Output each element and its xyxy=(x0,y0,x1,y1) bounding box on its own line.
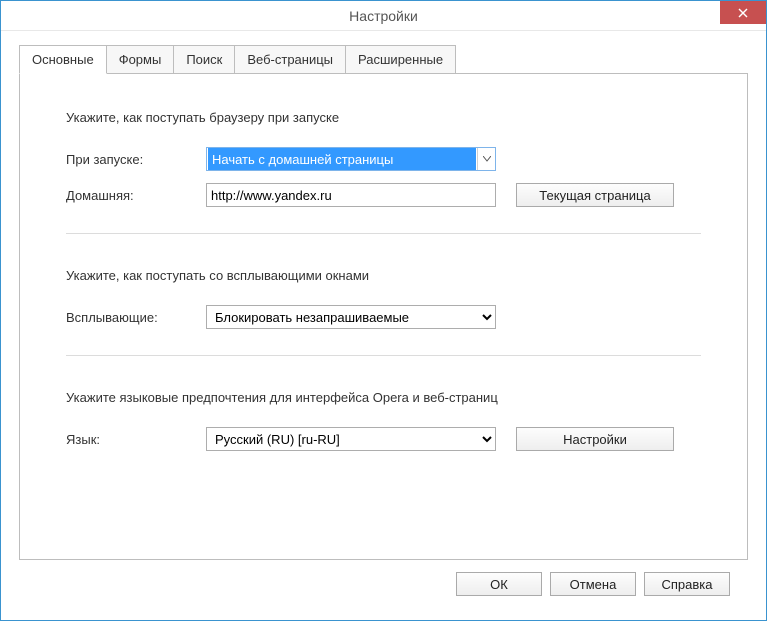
label-home: Домашняя: xyxy=(66,188,206,203)
startup-heading: Укажите, как поступать браузеру при запу… xyxy=(66,110,701,125)
language-settings-button[interactable]: Настройки xyxy=(516,427,674,451)
row-popups: Всплывающие: Блокировать незапрашиваемые xyxy=(66,305,701,329)
current-page-button[interactable]: Текущая страница xyxy=(516,183,674,207)
tab-advanced[interactable]: Расширенные xyxy=(345,45,456,74)
window-title: Настройки xyxy=(1,8,766,24)
close-icon xyxy=(738,8,748,18)
close-button[interactable] xyxy=(720,1,766,24)
tab-forms[interactable]: Формы xyxy=(106,45,175,74)
row-language: Язык: Русский (RU) [ru-RU] Настройки xyxy=(66,427,701,451)
chevron-down-icon xyxy=(477,148,495,170)
tab-main[interactable]: Основные xyxy=(19,45,107,74)
divider xyxy=(66,355,701,356)
cancel-button[interactable]: Отмена xyxy=(550,572,636,596)
on-start-selected-value: Начать с домашней страницы xyxy=(208,148,476,170)
ok-button[interactable]: ОК xyxy=(456,572,542,596)
label-language: Язык: xyxy=(66,432,206,447)
on-start-select[interactable]: Начать с домашней страницы xyxy=(206,147,496,171)
popups-select[interactable]: Блокировать незапрашиваемые xyxy=(206,305,496,329)
settings-window: Настройки Основные Формы Поиск Веб-стран… xyxy=(0,0,767,621)
content-area: Основные Формы Поиск Веб-страницы Расшир… xyxy=(1,31,766,620)
tabs-bar: Основные Формы Поиск Веб-страницы Расшир… xyxy=(19,45,748,74)
help-button[interactable]: Справка xyxy=(644,572,730,596)
divider xyxy=(66,233,701,234)
tab-panel-main: Укажите, как поступать браузеру при запу… xyxy=(19,73,748,560)
row-on-start: При запуске: Начать с домашней страницы xyxy=(66,147,701,171)
language-select[interactable]: Русский (RU) [ru-RU] xyxy=(206,427,496,451)
dialog-footer: ОК Отмена Справка xyxy=(19,560,748,610)
titlebar: Настройки xyxy=(1,1,766,31)
label-on-start: При запуске: xyxy=(66,152,206,167)
label-popups: Всплывающие: xyxy=(66,310,206,325)
home-input[interactable] xyxy=(206,183,496,207)
tab-webpages[interactable]: Веб-страницы xyxy=(234,45,346,74)
language-heading: Укажите языковые предпочтения для интерф… xyxy=(66,390,701,405)
row-home: Домашняя: Текущая страница xyxy=(66,183,701,207)
tab-search[interactable]: Поиск xyxy=(173,45,235,74)
popups-heading: Укажите, как поступать со всплывающими о… xyxy=(66,268,701,283)
